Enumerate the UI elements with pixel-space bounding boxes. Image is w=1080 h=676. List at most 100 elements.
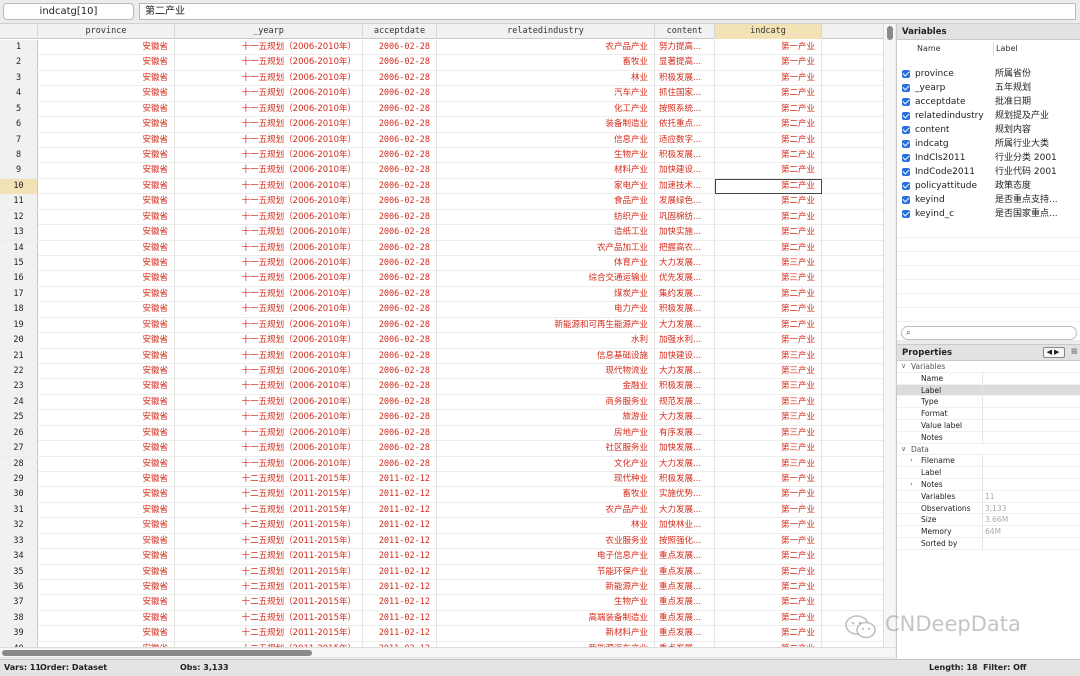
row-number[interactable]: 34 [0, 549, 38, 565]
cell-province[interactable]: 安徽省 [38, 472, 175, 488]
table-row[interactable]: 16 安徽省 十一五规划（2006-2010年） 2006-02-28 综合交通运输业优… [0, 271, 883, 287]
property-value[interactable] [982, 384, 985, 396]
variable-row[interactable]: _yearp 五年规划 [897, 81, 1080, 95]
cell-relatedindustry[interactable]: 房地产业 [437, 425, 655, 441]
cell-value-input[interactable]: 第二产业 [139, 3, 1076, 20]
table-row[interactable]: 28 安徽省 十一五规划（2006-2010年） 2006-02-28 文化产业 大力发展… [0, 456, 883, 473]
checkbox-icon[interactable] [902, 112, 910, 120]
cell-content[interactable]: 重点发展... [655, 580, 715, 596]
cell-content[interactable]: 大力发展... [655, 256, 715, 272]
row-number[interactable]: 33 [0, 533, 38, 549]
table-row[interactable]: 32 安徽省 十二五规划（2011-2015年） 2011-02-12 林业 加快林业..… [0, 518, 883, 534]
property-row[interactable]: › Filename [897, 455, 1080, 468]
cell-province[interactable]: 安徽省 [38, 425, 175, 441]
row-number[interactable]: 13 [0, 225, 38, 241]
cell-relatedindustry[interactable]: 现代物流业 [437, 364, 655, 380]
cell-acceptdate[interactable]: 2006-02-28 [363, 70, 437, 86]
table-row[interactable]: 23 安徽省 十一五规划（2006-2010年） 2006-02-28 金融业 积极发展.… [0, 379, 883, 395]
table-row[interactable]: 37 安徽省 十二五规划（2011-2015年） 2011-02-12 生物产业 重点发展… [0, 595, 883, 611]
cell-yearp[interactable]: 十二五规划（2011-2015年） [175, 595, 363, 611]
property-row[interactable]: Memory 64M [897, 526, 1080, 538]
cell-acceptdate[interactable]: 2006-02-28 [363, 148, 437, 163]
cell-content[interactable]: 加快发展... [655, 441, 715, 457]
row-number[interactable]: 1 [0, 40, 38, 55]
cell-indcatg[interactable]: 第三产业 [715, 425, 822, 441]
cell-acceptdate[interactable]: 2011-02-12 [363, 626, 437, 642]
cell-relatedindustry[interactable]: 生物产业 [437, 148, 655, 163]
cell-province[interactable]: 安徽省 [38, 163, 175, 179]
cell-yearp[interactable]: 十二五规划（2011-2015年） [175, 518, 363, 534]
row-number[interactable]: 7 [0, 132, 38, 148]
cell-relatedindustry[interactable]: 材料产业 [437, 163, 655, 179]
cell-province[interactable]: 安徽省 [38, 117, 175, 133]
table-row[interactable]: 34 安徽省 十二五规划（2011-2015年） 2011-02-12 电子信息产业 重点… [0, 549, 883, 565]
cell-indcatg[interactable]: 第二产业 [715, 101, 822, 117]
cell-content[interactable]: 重点发展... [655, 549, 715, 565]
cell-relatedindustry[interactable]: 商务服务业 [437, 394, 655, 410]
cell-province[interactable]: 安徽省 [38, 86, 175, 102]
cell-yearp[interactable]: 十一五规划（2006-2010年） [175, 55, 363, 71]
row-number[interactable]: 35 [0, 564, 38, 580]
cell-reference-box[interactable]: indcatg[10] [3, 3, 134, 20]
row-number[interactable]: 39 [0, 626, 38, 642]
table-row[interactable]: 3 安徽省 十一五规划（2006-2010年） 2006-02-28 林业 积极发展...… [0, 70, 883, 87]
corner-cell[interactable] [0, 24, 38, 39]
cell-province[interactable]: 安徽省 [38, 317, 175, 333]
cell-province[interactable]: 安徽省 [38, 286, 175, 302]
cell-relatedindustry[interactable]: 林业 [437, 518, 655, 534]
cell-indcatg[interactable]: 第二产业 [715, 610, 822, 626]
cell-yearp[interactable]: 十一五规划（2006-2010年） [175, 194, 363, 210]
cell-relatedindustry[interactable]: 旅游业 [437, 410, 655, 426]
properties-section-data[interactable]: ∨ Data [897, 444, 1080, 456]
row-number[interactable]: 5 [0, 101, 38, 117]
row-number[interactable]: 11 [0, 194, 38, 210]
cell-content[interactable]: 大力发展... [655, 502, 715, 518]
cell-relatedindustry[interactable]: 信息产业 [437, 132, 655, 148]
cell-indcatg[interactable]: 第二产业 [715, 595, 822, 611]
table-row[interactable]: 12 安徽省 十一五规划（2006-2010年） 2006-02-28 纺织产业 巩固棉纺… [0, 209, 883, 226]
row-number[interactable]: 31 [0, 502, 38, 518]
table-row[interactable]: 18 安徽省 十一五规划（2006-2010年） 2006-02-28 电力产业 积极发展… [0, 302, 883, 318]
cell-indcatg[interactable]: 第三产业 [715, 394, 822, 410]
row-number[interactable]: 8 [0, 148, 38, 163]
cell-yearp[interactable]: 十二五规划（2011-2015年） [175, 502, 363, 518]
cell-acceptdate[interactable]: 2006-02-28 [363, 101, 437, 117]
table-row[interactable]: 21 安徽省 十一五规划（2006-2010年） 2006-02-28 信息基础设施 加快… [0, 348, 883, 365]
row-number[interactable]: 29 [0, 472, 38, 488]
table-row[interactable]: 20 安徽省 十一五规划（2006-2010年） 2006-02-28 水利 加强水利..… [0, 333, 883, 349]
cell-relatedindustry[interactable]: 畜牧业 [437, 55, 655, 71]
checkbox-icon[interactable] [902, 210, 910, 218]
cell-acceptdate[interactable]: 2006-02-28 [363, 256, 437, 272]
property-row[interactable]: Notes [897, 431, 1080, 444]
cell-indcatg[interactable]: 第二产业 [715, 117, 822, 133]
cell-indcatg[interactable]: 第一产业 [715, 518, 822, 534]
table-row[interactable]: 29 安徽省 十二五规划（2011-2015年） 2011-02-12 现代种业 积极发展… [0, 472, 883, 488]
checkbox-icon[interactable] [902, 196, 910, 204]
row-number[interactable]: 38 [0, 610, 38, 626]
row-number[interactable]: 26 [0, 425, 38, 441]
cell-content[interactable]: 按照系统... [655, 101, 715, 117]
row-number[interactable]: 3 [0, 70, 38, 86]
cell-yearp[interactable]: 十一五规划（2006-2010年） [175, 456, 363, 472]
cell-acceptdate[interactable]: 2006-02-28 [363, 271, 437, 287]
variable-filter-input[interactable]: ⌕ [901, 326, 1077, 340]
property-row[interactable]: Sorted by [897, 538, 1080, 550]
column-header-acceptdate[interactable]: acceptdate [363, 24, 437, 39]
table-row[interactable]: 4 安徽省 十一五规划（2006-2010年） 2006-02-28 汽车产业 抓住国家.… [0, 86, 883, 102]
cell-province[interactable]: 安徽省 [38, 70, 175, 86]
cell-relatedindustry[interactable]: 农产品加工业 [437, 240, 655, 256]
cell-province[interactable]: 安徽省 [38, 256, 175, 272]
row-number[interactable]: 36 [0, 580, 38, 596]
cell-acceptdate[interactable]: 2006-02-28 [363, 364, 437, 380]
cell-yearp[interactable]: 十一五规划（2006-2010年） [175, 394, 363, 410]
cell-acceptdate[interactable]: 2006-02-28 [363, 456, 437, 472]
cell-province[interactable]: 安徽省 [38, 456, 175, 472]
row-number[interactable]: 28 [0, 456, 38, 472]
cell-indcatg[interactable]: 第三产业 [715, 256, 822, 272]
table-row[interactable]: 22 安徽省 十一五规划（2006-2010年） 2006-02-28 现代物流业 大力发… [0, 364, 883, 380]
cell-province[interactable]: 安徽省 [38, 348, 175, 364]
cell-indcatg[interactable]: 第一产业 [715, 533, 822, 549]
cell-content[interactable]: 积极发展... [655, 70, 715, 86]
cell-acceptdate[interactable]: 2006-02-28 [363, 117, 437, 133]
row-number[interactable]: 37 [0, 595, 38, 611]
